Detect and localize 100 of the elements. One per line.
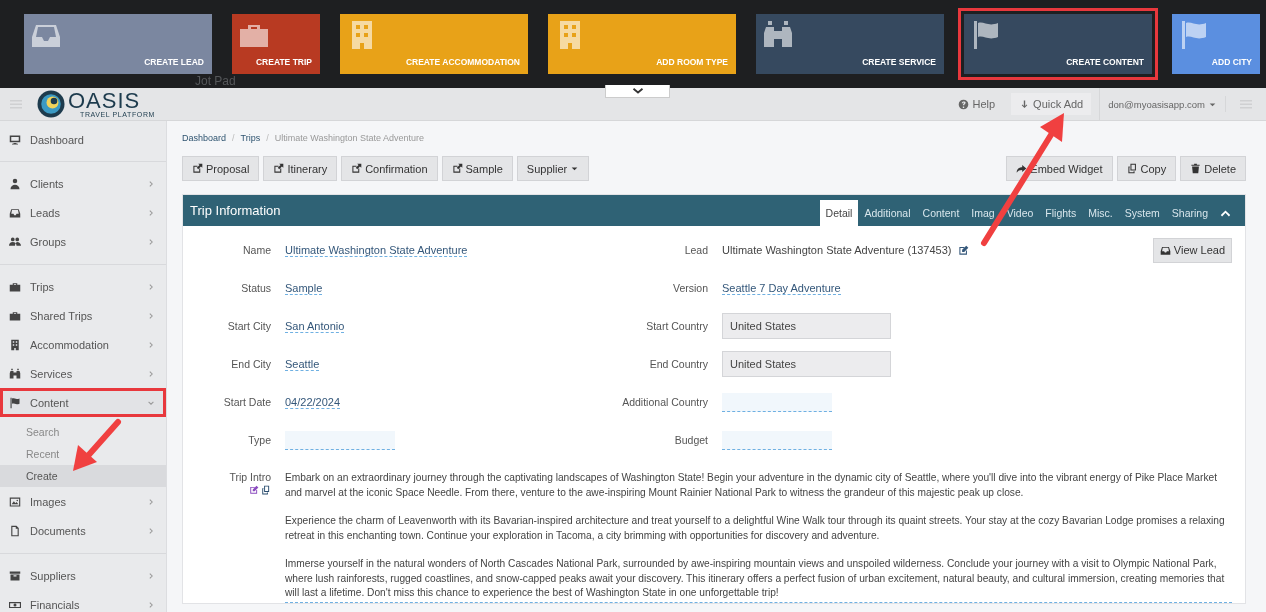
trip-intro-text[interactable] — [285, 471, 1232, 603]
sidebar-item[interactable]: Services — [0, 359, 166, 388]
pull-down-tab[interactable] — [605, 85, 670, 98]
chevron-down-icon — [631, 87, 644, 95]
field-label: Lead — [683, 244, 708, 256]
sidebar-item[interactable]: Shared Trips — [0, 301, 166, 330]
tab[interactable]: Imag — [965, 200, 1001, 226]
editable-value[interactable]: San Antonio — [285, 319, 345, 333]
tab[interactable]: Sharing — [1165, 200, 1214, 226]
editable-value[interactable]: Seattle 7 Day Adventure — [722, 281, 841, 295]
field-label: Start Date — [222, 396, 271, 408]
field-label: Version — [671, 282, 708, 294]
tab[interactable]: Flights — [1039, 200, 1083, 226]
empty-field[interactable] — [722, 430, 832, 450]
empty-field[interactable] — [285, 430, 395, 450]
collapse-icon[interactable] — [1220, 209, 1231, 218]
users-icon — [9, 235, 21, 248]
toolbar-button[interactable]: Copy — [1116, 156, 1177, 181]
empty-field[interactable] — [722, 392, 832, 412]
editable-value[interactable]: Ultimate Washington State Adventure — [285, 243, 468, 257]
external-link-icon — [273, 163, 285, 174]
breadcrumb-separator: / — [266, 133, 269, 143]
sidebar-item[interactable]: Accommodation — [0, 330, 166, 359]
copy-icon — [1126, 163, 1138, 174]
tab[interactable]: Misc. — [1082, 200, 1119, 226]
breadcrumb-link[interactable]: Dashboard — [182, 133, 227, 143]
sidebar-item[interactable]: Groups — [0, 227, 166, 256]
sidebar-item[interactable]: Trips — [0, 272, 166, 301]
sidebar-subitem[interactable]: Create — [0, 465, 166, 487]
sidebar-item[interactable]: Content — [0, 388, 166, 417]
toolbar-button[interactable]: Proposal — [182, 156, 260, 181]
annotation-arrow — [73, 419, 121, 471]
field-value: Ultimate Washington State Adventure (137453) — [722, 244, 952, 256]
help-link[interactable]: Help — [950, 88, 1004, 120]
editable-value[interactable]: Sample — [285, 281, 323, 295]
paragraph: Embark on an extraordinary journey through the captivating landscapes of Washington State! Begin your adventure in the dynamic city of Seattle, where you'll dive into the vibrant energy of Pike Place Market and marvel at the iconic Space Needle. From there, venture to the awe-inspiring Mount Rainier National Park to witness the grandeur of this majestic peak up close. — [285, 471, 1218, 500]
tab[interactable]: Video — [1000, 200, 1040, 226]
edit-icon[interactable] — [249, 485, 259, 495]
inbox-icon — [9, 206, 21, 219]
toolbar-button[interactable]: Supplier — [516, 156, 590, 181]
field-label: End City — [230, 358, 271, 370]
field-label: Type — [247, 434, 271, 446]
paragraph: Experience the charm of Leavenworth with its Bavarian-inspired architecture and treat yourself to a delightful Wine Walk tour through its quaint streets. Your stay at the cozy Bavarian Lodge promises a relaxing retreat in this enchanting town. Continue your exploration in Tacoma, a city brimming with opportunities for discovery and adventure. — [285, 514, 1226, 543]
sidebar-item[interactable]: Clients — [0, 169, 166, 198]
field-label: Additional Country — [621, 396, 708, 408]
editable-value[interactable]: Seattle — [285, 357, 320, 371]
field-label: Start Country — [645, 320, 708, 332]
panel-title: Trip Information — [189, 203, 281, 218]
copy-icon[interactable] — [261, 485, 271, 495]
inbox-icon — [1159, 244, 1171, 256]
external-link-icon — [451, 163, 463, 174]
briefcase-icon — [9, 280, 21, 293]
binoculars-icon — [9, 367, 21, 380]
sidebar-item[interactable]: Dashboard — [0, 125, 166, 154]
readonly-field: United States — [722, 351, 891, 377]
tab[interactable]: System — [1118, 200, 1166, 226]
toolbar-button[interactable]: Itinerary — [263, 156, 338, 181]
sidebar-item[interactable]: Images — [0, 487, 166, 516]
logo-name: OASIS — [68, 90, 141, 111]
field-label: Status — [240, 282, 271, 294]
help-icon — [958, 98, 970, 110]
user-menu[interactable]: don@myoasisapp.com — [1099, 88, 1225, 120]
editable-value[interactable]: 04/22/2024 — [285, 395, 341, 409]
archive-icon — [9, 569, 21, 582]
field-label: Start City — [226, 320, 271, 332]
toolbar-button[interactable]: Delete — [1180, 156, 1246, 181]
edit-icon[interactable] — [957, 244, 969, 256]
trash-icon — [1190, 163, 1202, 174]
briefcase-icon — [9, 309, 21, 322]
building-icon — [9, 338, 21, 351]
share-icon — [1016, 163, 1028, 174]
image-icon — [9, 495, 21, 508]
monitor-icon — [9, 133, 21, 146]
toolbar-button[interactable]: Confirmation — [341, 156, 438, 181]
tab[interactable]: Content — [916, 200, 966, 226]
quick-add-button[interactable]: Quick Add — [1011, 93, 1092, 115]
caret-icon — [570, 164, 580, 173]
field-label: End Country — [648, 358, 708, 370]
sidebar-item[interactable]: Suppliers — [0, 561, 166, 590]
external-link-icon — [192, 163, 203, 174]
field-label: Name — [242, 244, 271, 256]
field-label: Budget — [673, 434, 708, 446]
user-icon — [9, 177, 21, 190]
external-link-icon — [351, 163, 363, 174]
breadcrumb-current: Ultimate Washington State Adventure — [274, 133, 424, 143]
flag-icon — [9, 396, 21, 409]
sidebar-item[interactable]: Documents — [0, 516, 166, 545]
quick-add-tile[interactable]: CREATE CONTENT — [958, 8, 1158, 80]
readonly-field: United States — [722, 313, 891, 339]
breadcrumb-link[interactable]: Trips — [240, 133, 261, 143]
logo-icon — [36, 89, 66, 119]
sidebar-item[interactable]: Leads — [0, 198, 166, 227]
document-icon — [9, 524, 21, 537]
tab[interactable]: Additional — [858, 200, 917, 226]
toolbar-button[interactable]: Sample — [441, 156, 513, 181]
breadcrumb-separator: / — [232, 133, 235, 143]
tab[interactable]: Detail — [819, 200, 859, 226]
field-label: Trip Intro — [229, 471, 271, 483]
sidebar-item[interactable]: Financials — [0, 590, 166, 612]
view-lead-button[interactable]: View Lead — [1152, 237, 1232, 263]
